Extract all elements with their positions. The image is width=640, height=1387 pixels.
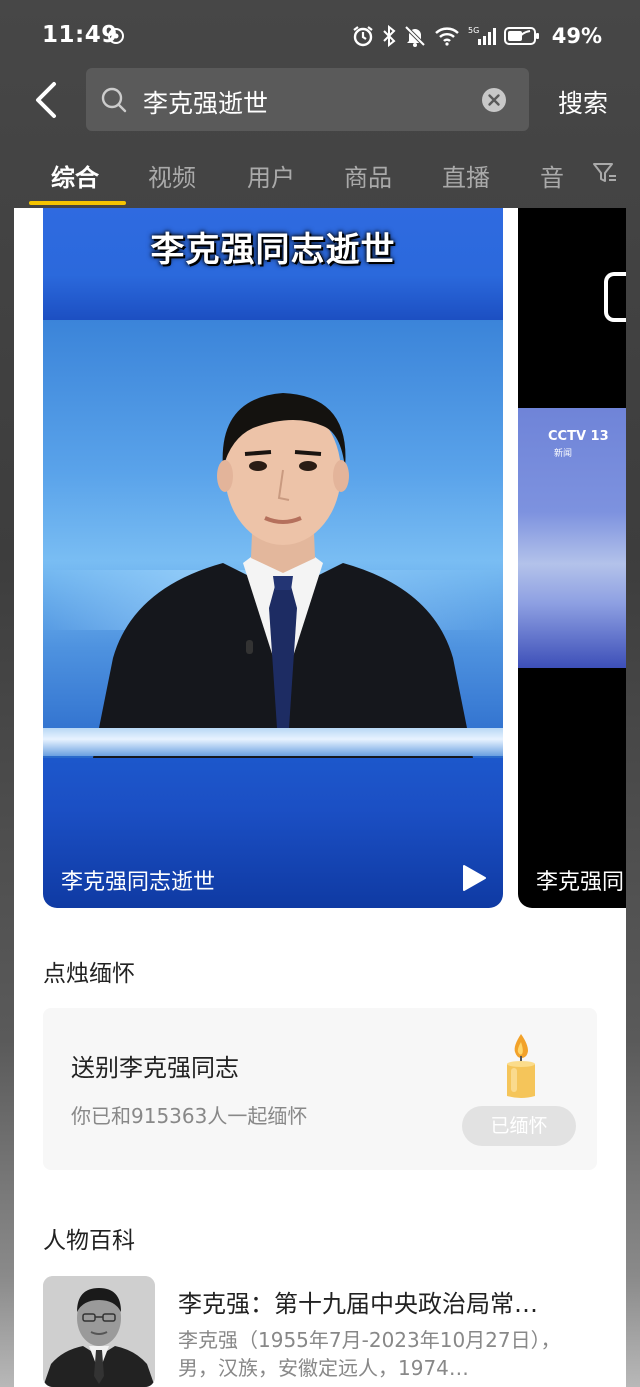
video-2-overlay-glyph: [604, 272, 626, 322]
mourned-button[interactable]: 已缅怀: [462, 1106, 576, 1146]
person-portrait-image: [43, 1276, 155, 1387]
search-query[interactable]: 李克强逝世: [143, 84, 268, 120]
alarm-icon: [353, 26, 373, 47]
tab-video[interactable]: 视频: [148, 158, 196, 193]
filter-icon[interactable]: [592, 160, 618, 186]
clear-icon[interactable]: [481, 87, 507, 113]
video-card-2[interactable]: CCTV 13 新闻 李克强同: [518, 208, 626, 908]
tab-music[interactable]: 音: [540, 158, 564, 193]
news-anchor-image: [93, 393, 473, 758]
video-caption: 李克强同志逝世: [61, 870, 216, 895]
candle-card[interactable]: 送别李克强同志 你已和915363人一起缅怀 已缅怀: [43, 1008, 597, 1170]
play-icon: [463, 865, 486, 891]
video-overlay-title: 李克强同志逝世: [150, 230, 396, 270]
back-arrow-icon[interactable]: [30, 78, 66, 122]
person-description: 李克强（1955年7月-2023年10月27日），男，汉族，安徽定远人，1974…: [178, 1328, 561, 1380]
hotspot-icon: [108, 28, 124, 44]
signal-icon: 5G: [468, 26, 496, 45]
tab-products[interactable]: 商品: [344, 158, 392, 193]
battery-icon: [503, 27, 539, 45]
tab-comprehensive[interactable]: 综合: [51, 158, 99, 193]
active-tab-indicator: [29, 201, 126, 205]
studio-desk: [43, 728, 503, 756]
result-tabs: 综合 视频 用户 商品 直播 音: [0, 150, 640, 206]
video-card[interactable]: 李克强同志逝世 李克强同志逝世: [43, 208, 503, 908]
tab-users[interactable]: 用户: [247, 158, 295, 193]
candle-icon: [507, 1034, 535, 1098]
battery-percentage: 49%: [551, 24, 602, 48]
search-results: 李克强同志逝世 李克强同志逝世 CCTV 13 新闻 李克强同 点烛缅怀 送别李…: [14, 208, 626, 1387]
mute-icon: [404, 25, 426, 47]
candle-title: 送别李克强同志: [71, 1054, 239, 1082]
status-bar: 11:49 5G 49%: [0, 0, 640, 68]
section-heading-candle: 点烛缅怀: [43, 961, 135, 987]
channel-logo-sub: 新闻: [554, 449, 573, 459]
person-title[interactable]: 李克强：第十九届中央政治局常…: [178, 1284, 588, 1319]
section-heading-encyclopedia: 人物百科: [43, 1228, 135, 1254]
video-caption: 李克强同: [536, 870, 625, 895]
person-photo[interactable]: [43, 1276, 155, 1387]
search-icon: [101, 87, 127, 113]
tab-live[interactable]: 直播: [442, 158, 490, 193]
candle-subtitle: 你已和915363人一起缅怀: [71, 1104, 308, 1128]
status-icons: 5G 49%: [352, 24, 602, 48]
channel-logo: CCTV 13: [548, 429, 609, 444]
wifi-icon: [434, 27, 459, 46]
svg-text:5G: 5G: [468, 26, 479, 35]
search-button[interactable]: 搜索: [558, 84, 608, 120]
bluetooth-icon: [383, 25, 396, 47]
